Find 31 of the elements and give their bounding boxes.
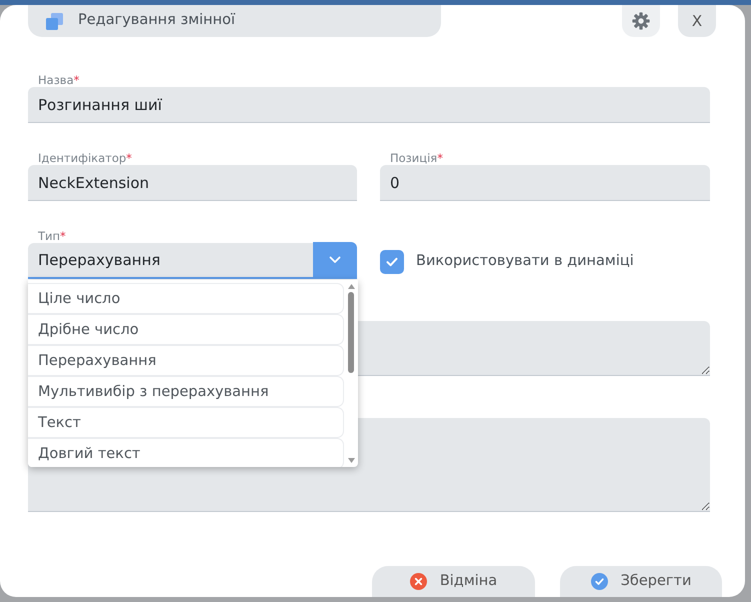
checkmark-icon [386, 257, 398, 267]
dropdown-option[interactable]: Ціле число [28, 283, 344, 314]
field-label: Тип* [37, 229, 67, 243]
checkbox-label: Використовувати в динаміці [416, 252, 634, 272]
dialog-title: Редагування змінної [78, 11, 236, 30]
dropdown-toggle-button[interactable] [313, 242, 357, 278]
dropdown-option[interactable]: Мультивибір з перерахування [28, 376, 344, 407]
close-button[interactable]: X [678, 5, 716, 37]
dropdown-option[interactable]: Дрібне число [28, 314, 344, 345]
checkbox[interactable] [380, 250, 404, 274]
type-select[interactable]: Перерахування [28, 243, 357, 279]
save-button[interactable]: Зберегти [560, 566, 722, 597]
gear-icon [632, 12, 650, 30]
name-input[interactable]: Розгинання шиї [28, 87, 710, 123]
down-arrow-icon [348, 458, 354, 463]
up-arrow-icon [348, 284, 354, 289]
dropdown-option[interactable]: Текст [28, 407, 344, 438]
cross-circle-icon [410, 573, 427, 590]
dropdown-option[interactable]: Довгий текст [28, 438, 344, 467]
identifier-input[interactable]: NeckExtension [28, 165, 357, 201]
field-label: Позиція* [389, 151, 444, 165]
position-input[interactable]: 0 [380, 165, 710, 201]
layers-icon [46, 12, 63, 30]
dropdown-option[interactable]: Перерахування [28, 345, 344, 376]
scrollbar-thumb[interactable] [348, 292, 354, 373]
field-label: Ідентифікатор* [37, 151, 133, 165]
chevron-down-icon [329, 256, 341, 264]
settings-button[interactable] [622, 5, 660, 37]
field-label: Назва* [37, 73, 80, 87]
cancel-button[interactable]: Відміна [372, 566, 535, 597]
check-circle-icon [590, 573, 608, 590]
